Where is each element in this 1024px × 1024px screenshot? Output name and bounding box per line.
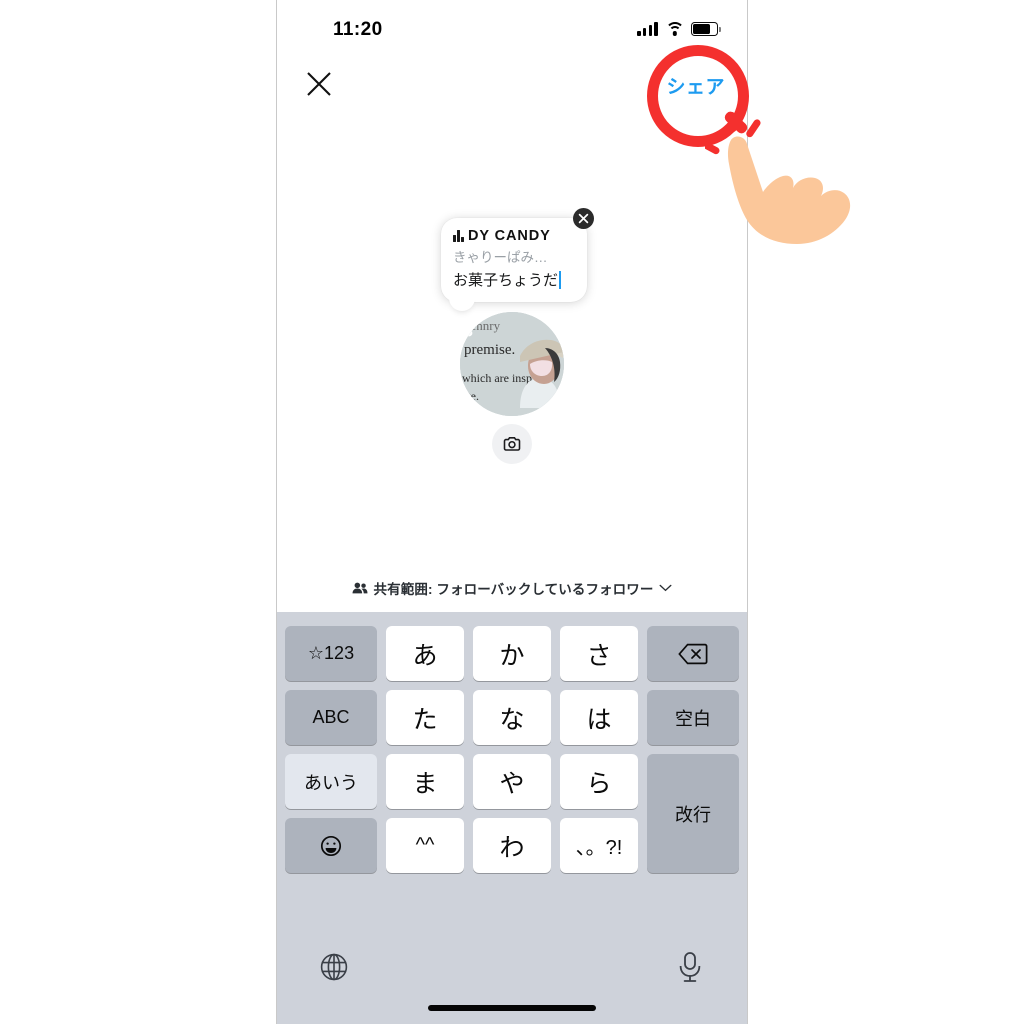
key-ta[interactable]: た (386, 690, 464, 745)
key-ya[interactable]: や (473, 754, 551, 809)
battery-icon (691, 22, 722, 36)
delete-icon (678, 643, 708, 664)
cellular-signal-icon (637, 22, 658, 36)
microphone-icon (679, 952, 701, 982)
music-equalizer-icon (453, 230, 464, 242)
card-comment-value: お菓子ちょうだ (453, 272, 559, 289)
music-attachment-card[interactable]: DY CANDY きゃりーぱみ… お菓子ちょうだ (441, 208, 594, 311)
keyboard-right-column: 空白 改行 (647, 626, 739, 873)
svg-text:ate.: ate. (462, 389, 479, 403)
key-ka[interactable]: か (473, 626, 551, 681)
svg-text:which are insp: which are insp (462, 371, 532, 385)
add-photo-button[interactable] (492, 424, 532, 464)
audience-selector[interactable]: 共有範囲: フォローバックしているフォロワー (277, 578, 747, 598)
card-title-row: DY CANDY (453, 228, 575, 244)
keyboard-bottom-bar (277, 932, 747, 1024)
keyboard-center-columns: あ か さ た な は ま や ら ^^ わ 、。?! (386, 626, 638, 873)
key-punctuation[interactable]: 、。?! (560, 818, 638, 873)
microphone-button[interactable] (669, 946, 711, 988)
key-ra[interactable]: ら (560, 754, 638, 809)
globe-icon (320, 953, 348, 981)
key-na[interactable]: な (473, 690, 551, 745)
card-close-icon (578, 213, 589, 224)
avatar-photo: dennry premise. which are insp ate. (460, 312, 564, 416)
keyboard-grid: ☆123 ABC あいう あ か さ た な は ま や ら ^^ わ 、。?!… (277, 626, 747, 873)
key-ma[interactable]: ま (386, 754, 464, 809)
phone-frame: 11:20 シェア DY CANDY きゃりーぱみ… お菓子ちょうだ dennr… (276, 0, 748, 1024)
keyboard-row: あ か さ (386, 626, 638, 681)
key-kaomoji[interactable]: ^^ (386, 818, 464, 873)
status-icons (637, 18, 722, 36)
composer-area: DY CANDY きゃりーぱみ… お菓子ちょうだ dennry premise.… (277, 118, 747, 612)
key-abc[interactable]: ABC (285, 690, 377, 745)
key-symbols[interactable]: ☆123 (285, 626, 377, 681)
svg-text:dennry: dennry (464, 318, 501, 333)
key-space[interactable]: 空白 (647, 690, 739, 745)
share-button[interactable]: シェア (656, 66, 735, 105)
card-comment-input[interactable]: お菓子ちょうだ (453, 269, 575, 290)
key-wa[interactable]: わ (473, 818, 551, 873)
people-icon (352, 582, 368, 594)
keyboard-row: ま や ら (386, 754, 638, 809)
keyboard: ☆123 ABC あいう あ か さ た な は ま や ら ^^ わ 、。?!… (277, 612, 747, 1024)
svg-text:premise.: premise. (464, 342, 515, 358)
card-close-button[interactable] (573, 208, 594, 229)
wifi-icon (665, 22, 684, 36)
profile-avatar: dennry premise. which are insp ate. (460, 312, 564, 416)
emoji-icon (320, 835, 342, 856)
nav-bar: シェア (277, 52, 747, 118)
globe-button[interactable] (313, 946, 355, 988)
home-indicator (428, 1005, 596, 1011)
screenshot-root: 11:20 シェア DY CANDY きゃりーぱみ… お菓子ちょうだ dennr… (0, 0, 1024, 1024)
close-x-icon (307, 72, 331, 96)
key-enter[interactable]: 改行 (647, 754, 739, 873)
card-artist-name: きゃりーぱみ… (453, 250, 548, 265)
keyboard-row: ^^ わ 、。?! (386, 818, 638, 873)
key-sa[interactable]: さ (560, 626, 638, 681)
chevron-down-icon (659, 584, 672, 592)
card-track-title: DY CANDY (467, 228, 551, 244)
key-ha[interactable]: は (560, 690, 638, 745)
audience-label: 共有範囲: フォローバックしているフォロワー (373, 582, 654, 597)
keyboard-row: た な は (386, 690, 638, 745)
status-clock: 11:20 (333, 19, 383, 40)
close-button[interactable] (295, 60, 343, 108)
key-emoji[interactable] (285, 818, 377, 873)
camera-icon (503, 437, 521, 451)
keyboard-left-column: ☆123 ABC あいう (285, 626, 377, 873)
key-kana[interactable]: あいう (285, 754, 377, 809)
text-caret (559, 270, 562, 289)
key-a[interactable]: あ (386, 626, 464, 681)
key-delete[interactable] (647, 626, 739, 681)
status-bar: 11:20 (277, 0, 747, 52)
